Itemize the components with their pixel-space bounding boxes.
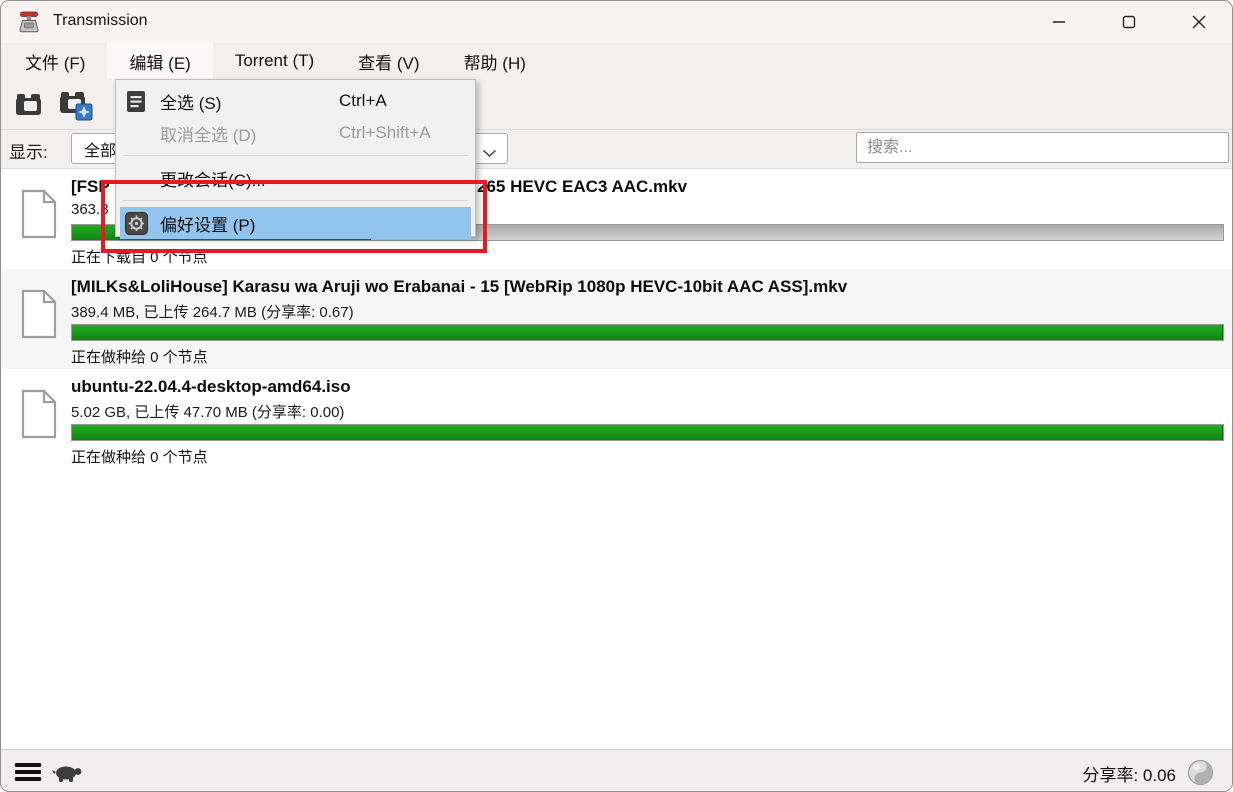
menu-separator: [123, 155, 468, 156]
torrent-row[interactable]: ubuntu-22.04.4-desktop-amd64.iso 5.02 GB…: [1, 369, 1232, 469]
menu-item-select-all[interactable]: 全选 (S) Ctrl+A: [116, 85, 475, 117]
torrent-info: 5.02 GB, 已上传 47.70 MB (分享率: 0.00): [71, 401, 344, 422]
minimize-button[interactable]: [1036, 1, 1082, 43]
menu-item-deselect-all[interactable]: 取消全选 (D) Ctrl+Shift+A: [116, 117, 475, 149]
torrent-name: ubuntu-22.04.4-desktop-amd64.iso: [71, 377, 351, 397]
show-label: 显示:: [9, 138, 48, 163]
file-icon: [21, 189, 57, 244]
transmission-logo-icon: [17, 10, 41, 39]
options-menu-icon[interactable]: [15, 763, 41, 781]
torrent-list: [FSP 265 HEVC EAC3 AAC.mkv 363.8 正在下载自 0…: [1, 169, 1232, 749]
titlebar: Transmission: [1, 1, 1232, 43]
maximize-button[interactable]: [1106, 1, 1152, 43]
menubar: 文件 (F) 编辑 (E) Torrent (T) 查看 (V) 帮助 (H): [1, 43, 1232, 79]
menu-item-change-session[interactable]: 更改会话(C)...: [116, 162, 475, 194]
preferences-gear-icon: [124, 211, 148, 235]
filter-dropdown-value: 全部: [84, 137, 116, 161]
torrent-name: [MILKs&LoliHouse] Karasu wa Aruji wo Era…: [71, 277, 847, 297]
menu-item-preferences[interactable]: 偏好设置 (P): [120, 207, 471, 239]
file-icon: [21, 389, 57, 444]
ratio-icon[interactable]: [1187, 759, 1214, 791]
menu-torrent[interactable]: Torrent (T): [213, 43, 336, 79]
menu-separator: [123, 200, 468, 201]
torrent-status: 正在做种给 0 个节点: [71, 346, 208, 367]
select-all-icon: [124, 89, 148, 113]
progress-fill: [72, 425, 1223, 440]
menu-help[interactable]: 帮助 (H): [442, 43, 548, 79]
open-new-torrent-button[interactable]: [55, 88, 95, 126]
open-torrent-icon: [12, 88, 46, 127]
torrent-status: 正在下载自 0 个节点: [71, 246, 208, 267]
torrent-row[interactable]: [MILKs&LoliHouse] Karasu wa Aruji wo Era…: [1, 269, 1232, 369]
search-input[interactable]: [856, 132, 1229, 163]
edit-menu-popup: 全选 (S) Ctrl+A 取消全选 (D) Ctrl+Shift+A 更改会话…: [115, 79, 476, 237]
open-new-torrent-icon: [56, 86, 94, 129]
status-bar: 分享率: 0.06: [1, 749, 1232, 792]
shortcut-label: Ctrl+Shift+A: [339, 123, 431, 143]
chevron-down-icon: [482, 145, 497, 163]
progress-bar: [71, 424, 1224, 441]
ratio-label: 分享率: 0.06: [1082, 761, 1176, 786]
menu-edit[interactable]: 编辑 (E): [107, 43, 212, 79]
torrent-name: [FSP 265 HEVC EAC3 AAC.mkv: [71, 177, 110, 197]
shortcut-label: Ctrl+A: [339, 91, 387, 111]
window-title: Transmission: [53, 12, 148, 30]
close-button[interactable]: [1176, 1, 1222, 43]
open-torrent-button[interactable]: [9, 88, 49, 126]
file-icon: [21, 289, 57, 344]
menu-file[interactable]: 文件 (F): [3, 43, 107, 79]
torrent-info: 389.4 MB, 已上传 264.7 MB (分享率: 0.67): [71, 301, 354, 322]
torrent-status: 正在做种给 0 个节点: [71, 446, 208, 467]
progress-bar: [71, 324, 1224, 341]
transmission-window: Transmission 文件 (F) 编辑 (E) Torrent (T) 查…: [0, 0, 1233, 792]
progress-fill: [72, 325, 1223, 340]
turtle-speed-limit-icon[interactable]: [51, 761, 85, 790]
menu-view[interactable]: 查看 (V): [336, 43, 441, 79]
torrent-info: 363.8: [71, 201, 109, 218]
